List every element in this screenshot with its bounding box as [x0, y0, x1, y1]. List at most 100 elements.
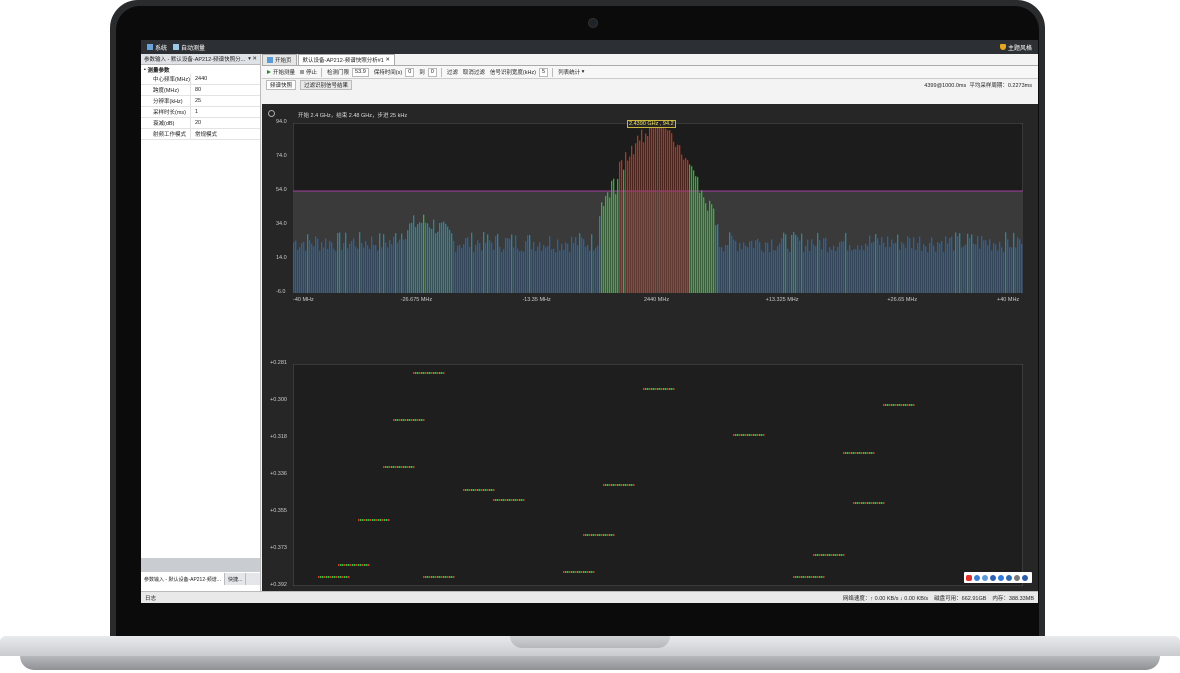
- spectrum-bar: [671, 133, 673, 293]
- waterfall-signal: [609, 534, 611, 536]
- spectrum-bar: [383, 234, 385, 293]
- settings-icon[interactable]: [268, 110, 275, 117]
- spectrum-bar: [961, 247, 963, 293]
- waterfall-signal: [843, 452, 845, 454]
- waterfall-signal: [322, 576, 324, 578]
- spectrum-chart[interactable]: [293, 123, 1023, 293]
- spectrum-bar: [539, 242, 541, 293]
- cancel-filter-button[interactable]: 取消过滤: [463, 68, 485, 76]
- spectrum-bar: [613, 178, 615, 293]
- parameter-panel: 参数输入 - 默认设备-AP212-频谱快照分... ▾ ✕ ▪ 测量参数 中心…: [141, 54, 261, 591]
- waterfall-signal: [378, 519, 380, 521]
- spectrum-bar: [785, 234, 787, 293]
- filter-button[interactable]: 过滤: [447, 68, 458, 76]
- tab-spectrum-snapshot[interactable]: 频谱快照: [266, 80, 297, 90]
- spectrum-bar: [571, 236, 573, 293]
- spectrum-bar: [523, 251, 525, 293]
- signal-width-field[interactable]: 信号识别宽度(kHz) 5: [490, 67, 549, 77]
- spectrum-bar: [743, 242, 745, 293]
- waterfall-signal: [877, 502, 879, 504]
- spectrum-bar: [389, 239, 391, 293]
- spectrum-bar: [797, 236, 799, 293]
- waterfall-signal: [471, 489, 473, 491]
- waterfall-signal: [423, 372, 425, 374]
- stop-button[interactable]: 停止: [300, 68, 317, 76]
- waterfall-signal: [519, 499, 521, 501]
- list-stats-button[interactable]: 列表统计 ▾: [558, 68, 584, 76]
- spectrum-bar: [473, 252, 475, 293]
- spectrum-bar: [751, 240, 753, 293]
- param-row[interactable]: 分辨率(kHz) 25: [141, 96, 260, 107]
- waterfall-signal: [657, 388, 659, 390]
- waterfall-signal: [829, 554, 831, 556]
- plot-area[interactable]: 开始 2.4 GHz，结束 2.48 GHz，步进 25 kHz 94.0 74.…: [262, 104, 1038, 591]
- threshold-field[interactable]: 检测门限 53.9: [327, 67, 369, 77]
- param-row[interactable]: 采样时长(ms) 1: [141, 107, 260, 118]
- ime-logo-icon: [966, 574, 972, 581]
- spectrum-bar: [407, 230, 409, 293]
- waterfall-signal: [338, 564, 340, 566]
- theme-menu[interactable]: 主题风格: [999, 43, 1032, 52]
- waterfall-signal: [403, 466, 405, 468]
- spectrum-bar: [611, 180, 613, 293]
- waterfall-signal: [663, 388, 665, 390]
- waterfall-signal: [747, 434, 749, 436]
- waterfall-signal: [591, 534, 593, 536]
- spectrum-bar: [979, 248, 981, 293]
- spectrum-bar: [929, 243, 931, 293]
- spectrum-bar: [963, 246, 965, 293]
- waterfall-signal: [821, 576, 823, 578]
- tab-start-page[interactable]: 开始页: [262, 54, 297, 65]
- waterfall-signal: [405, 419, 407, 421]
- waterfall-signal: [871, 502, 873, 504]
- spectrum-bar: [485, 242, 487, 293]
- spectrum-bar: [815, 246, 817, 293]
- waterfall-signal: [388, 519, 390, 521]
- hold-time-field[interactable]: 保持时间(s) 0: [374, 67, 415, 77]
- tab-shortcut[interactable]: 快捷...: [225, 573, 247, 585]
- waterfall-signal: [761, 434, 763, 436]
- spectrum-bar: [725, 245, 727, 293]
- spectrum-bar: [343, 243, 345, 293]
- auto-test-menu[interactable]: 自动测量: [173, 43, 205, 52]
- waterfall-chart[interactable]: [293, 364, 1023, 586]
- waterfall-signal: [803, 576, 805, 578]
- tab-parameter-input[interactable]: 参数输入 - 默认设备-AP212-频谱...: [141, 573, 225, 585]
- waterfall-signal: [759, 434, 761, 436]
- param-row[interactable]: 中心频率(MHz) 2440: [141, 74, 260, 85]
- waterfall-signal: [821, 554, 823, 556]
- pin-icon[interactable]: ▾ ✕: [248, 56, 257, 62]
- waterfall-signal: [567, 571, 569, 573]
- spectrum-bar: [781, 238, 783, 293]
- param-group[interactable]: ▪ 测量参数: [141, 65, 260, 74]
- param-row[interactable]: 衰减(dB) 20: [141, 118, 260, 129]
- tab-spectrum-analysis[interactable]: 默认设备-AP212-频谱快照分析#1 ✕: [297, 54, 395, 65]
- waterfall-signal: [873, 452, 875, 454]
- spectrum-bar: [791, 235, 793, 293]
- spectrum-bar: [799, 240, 801, 293]
- spectrum-bar: [335, 251, 337, 293]
- spectrum-bar: [527, 235, 529, 293]
- tab-filter-result[interactable]: 过滤识别信号结果: [300, 80, 353, 90]
- spectrum-bar: [973, 243, 975, 293]
- spectrum-bar: [443, 221, 445, 293]
- ime-toolbar[interactable]: [964, 572, 1032, 583]
- param-row[interactable]: 跨度(MHz) 80: [141, 85, 260, 96]
- to-field[interactable]: 到0: [419, 67, 437, 77]
- spectrum-bar: [339, 232, 341, 293]
- system-menu[interactable]: 系统: [147, 43, 167, 52]
- waterfall-signal: [579, 571, 581, 573]
- start-button[interactable]: 开始测量: [267, 68, 295, 76]
- param-row[interactable]: 射频工作模式 常规模式: [141, 129, 260, 140]
- spectrum-bar: [753, 247, 755, 293]
- waterfall-signal: [861, 502, 863, 504]
- log-label[interactable]: 日志: [145, 594, 156, 602]
- spectrum-bar: [425, 222, 427, 293]
- spectrum-bar: [423, 214, 425, 293]
- waterfall-signal: [749, 434, 751, 436]
- close-icon[interactable]: ✕: [385, 57, 390, 63]
- waterfall-signal: [399, 419, 401, 421]
- spectrum-bar: [819, 240, 821, 293]
- waterfall-signal: [320, 576, 322, 578]
- waterfall-signal: [735, 434, 737, 436]
